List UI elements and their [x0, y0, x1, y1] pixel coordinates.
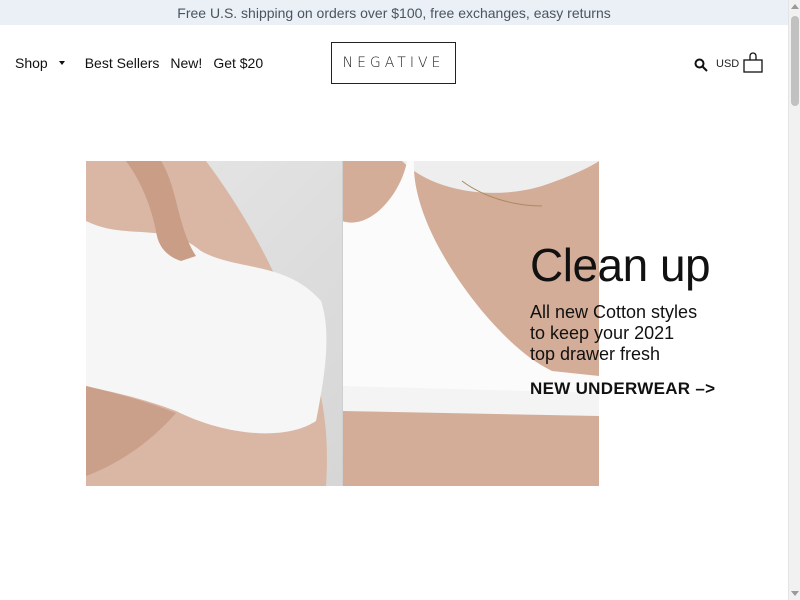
currency-selector[interactable]: USD — [716, 58, 739, 70]
new-underwear-link[interactable]: NEW UNDERWEAR –> — [530, 379, 770, 399]
search-icon[interactable] — [694, 58, 708, 72]
announcement-text: Free U.S. shipping on orders over $100, … — [177, 4, 611, 21]
scroll-up-arrow-icon[interactable] — [791, 4, 799, 9]
hero-subtitle-line: top drawer fresh — [530, 344, 661, 364]
site-header: Shop Best Sellers New! Get $20 NEGATIVE … — [0, 25, 788, 100]
chevron-down-icon — [58, 61, 65, 66]
shopping-bag-icon[interactable] — [742, 52, 764, 74]
hero-copy: Clean up All new Cotton styles to keep y… — [530, 238, 770, 399]
scrollbar-thumb[interactable] — [791, 16, 799, 106]
hero-subtitle-line: All new Cotton styles — [530, 302, 698, 322]
nav-best-sellers[interactable]: Best Sellers — [85, 55, 160, 71]
page-scrollbar[interactable] — [788, 0, 800, 600]
hero-image[interactable] — [86, 161, 599, 486]
scroll-down-arrow-icon[interactable] — [791, 591, 799, 596]
announcement-bar: Free U.S. shipping on orders over $100, … — [0, 0, 788, 25]
site-logo[interactable]: NEGATIVE — [331, 42, 456, 84]
nav-shop-label: Shop — [15, 55, 48, 71]
nav-shop[interactable]: Shop — [15, 55, 74, 71]
nav-get-20[interactable]: Get $20 — [213, 55, 263, 71]
hero-subtitle-line: to keep your 2021 — [530, 323, 675, 343]
underwear-illustration — [86, 161, 327, 486]
hero-image-left-panel — [86, 161, 342, 486]
hero-title: Clean up — [530, 239, 711, 291]
nav-new[interactable]: New! — [170, 55, 202, 71]
logo-text: NEGATIVE — [342, 55, 445, 71]
main-nav: Shop Best Sellers New! Get $20 — [15, 55, 274, 71]
hero-subtitle: All new Cotton styles to keep your 2021 … — [530, 302, 770, 365]
hero-divider — [342, 161, 343, 486]
